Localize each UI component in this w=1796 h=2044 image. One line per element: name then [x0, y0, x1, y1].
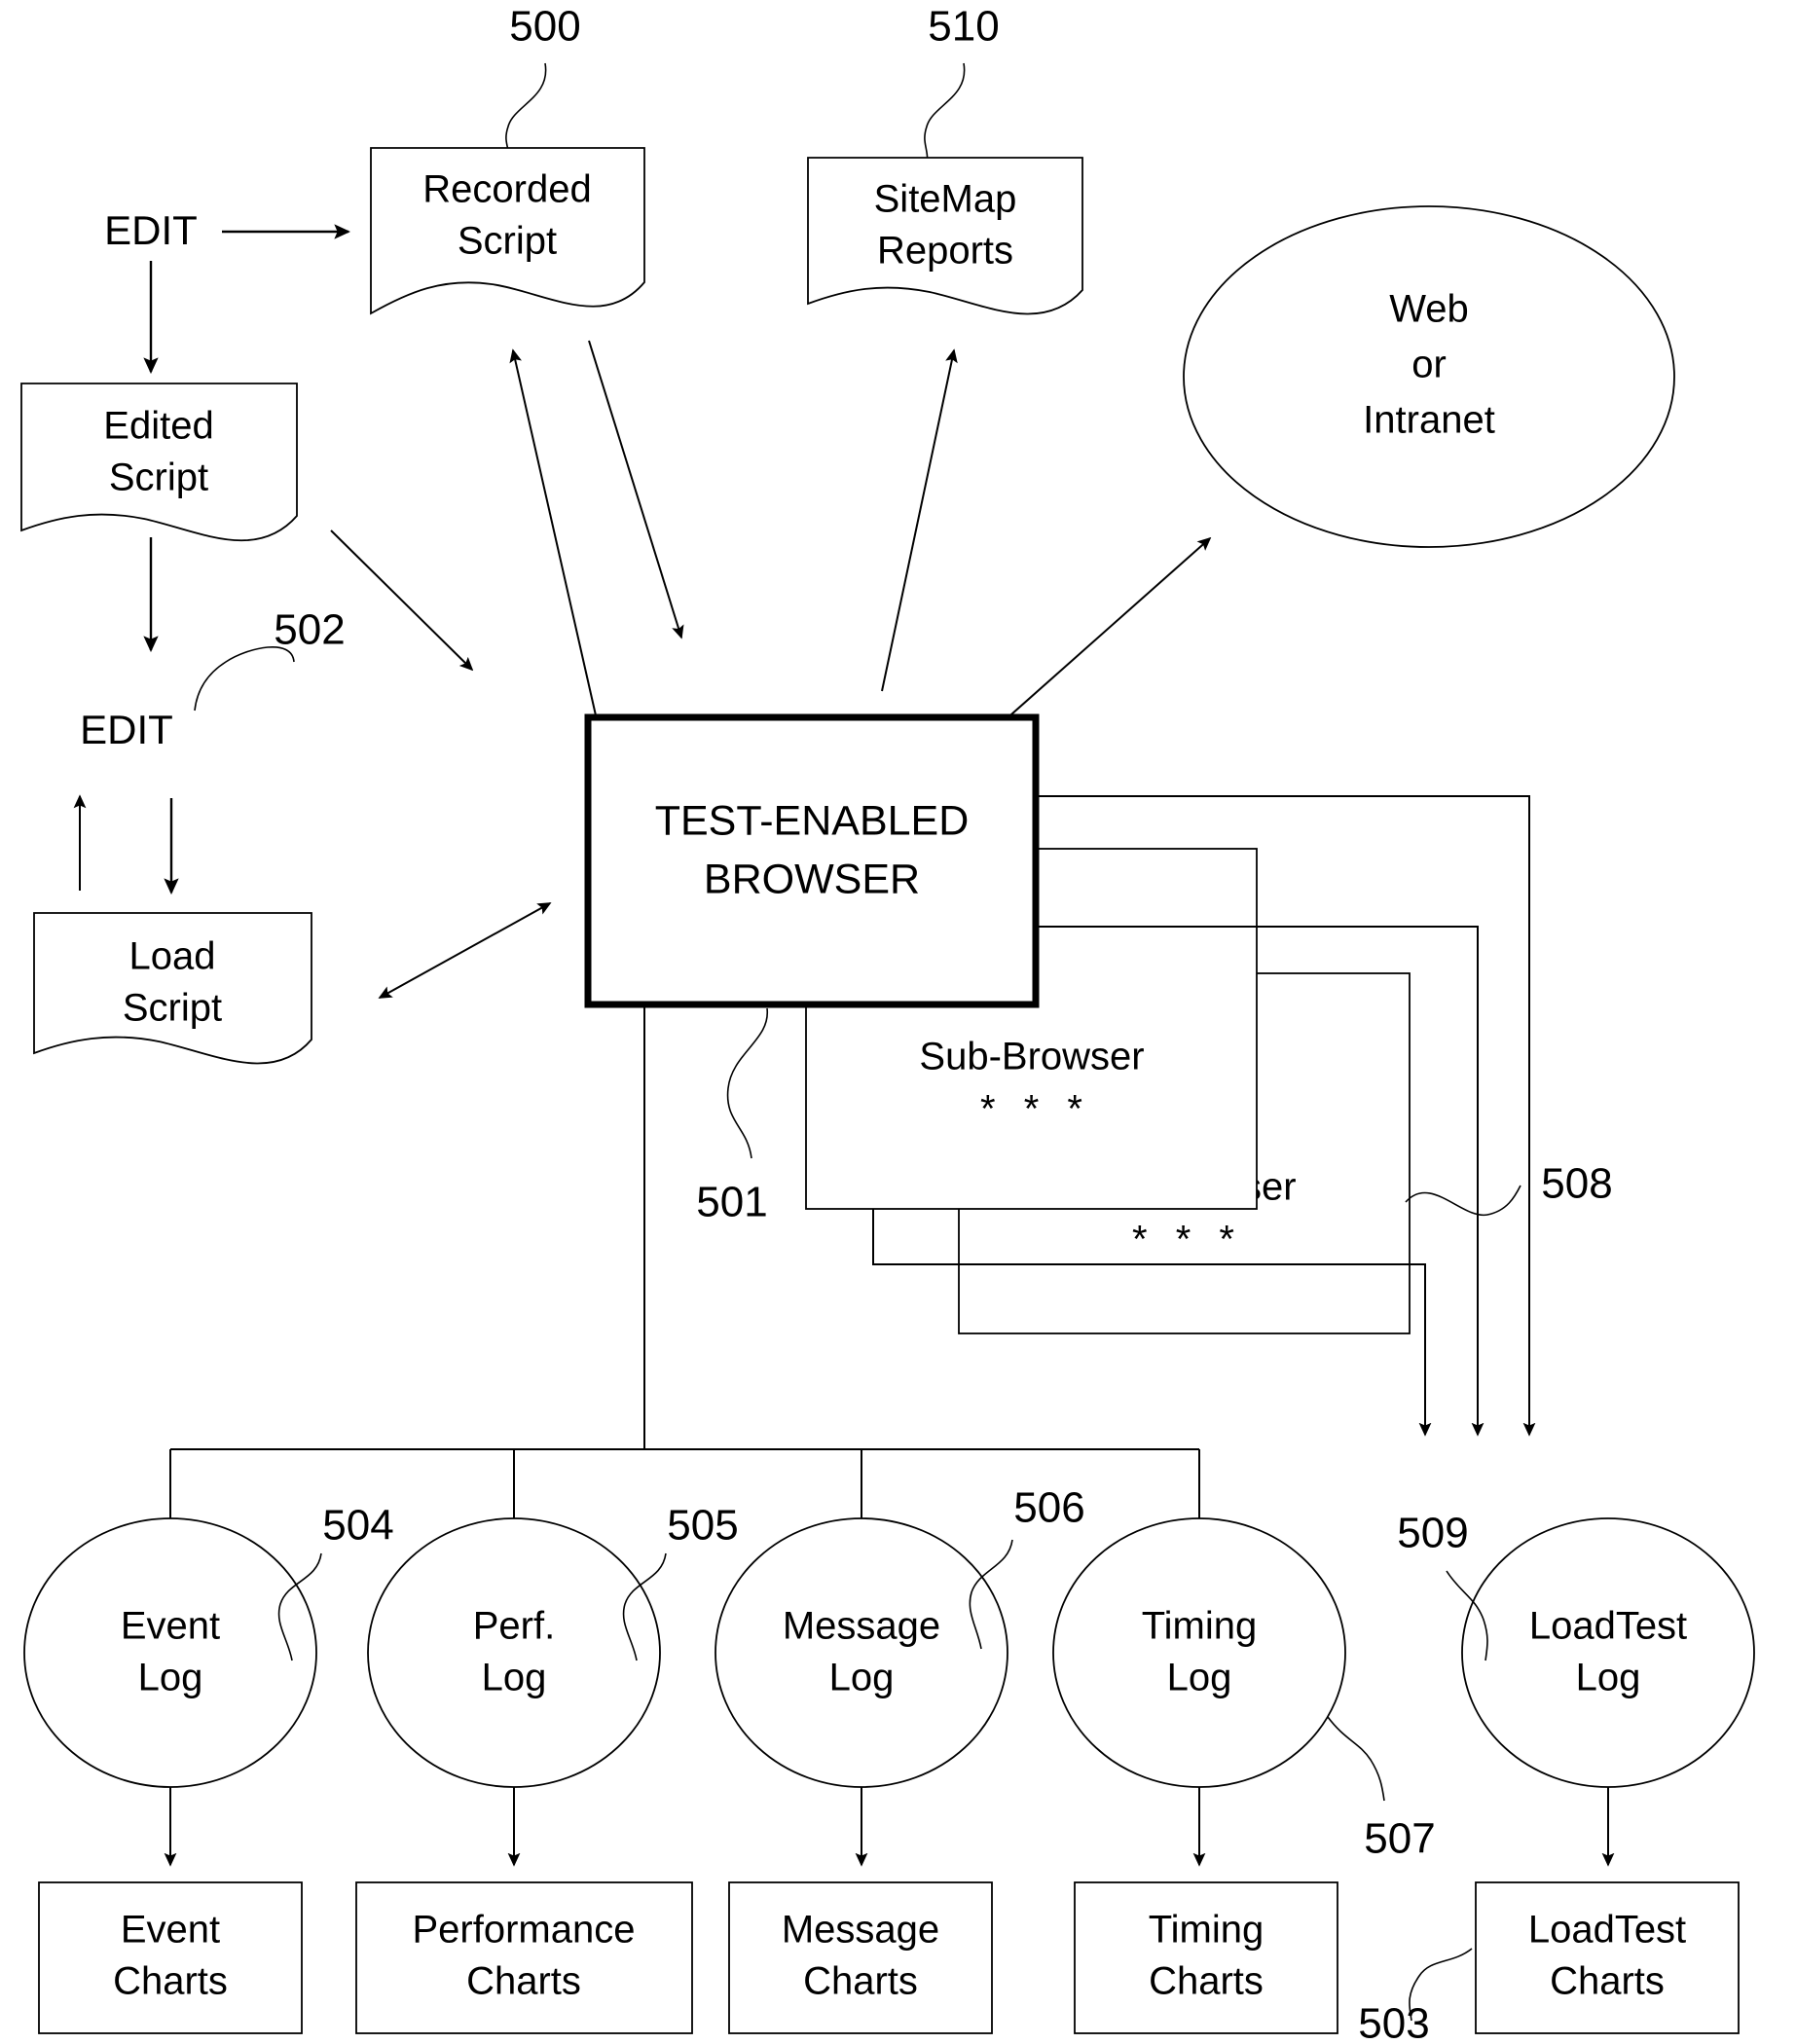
edited-script-label-line1: Edited — [103, 405, 213, 448]
ref-number-508: 508 — [1541, 1160, 1612, 1208]
node-loadtest-charts: LoadTest Charts — [1475, 1881, 1740, 2034]
message-log-label-line2: Log — [829, 1657, 895, 1699]
arrow-browser-to-web-bidirectional — [975, 536, 1212, 747]
node-performance-charts: Performance Charts — [355, 1881, 693, 2034]
timing-charts-label-line1: Timing — [1149, 1909, 1265, 1952]
edit-label-middle: EDIT — [80, 707, 173, 752]
ref-501-leader — [726, 1007, 768, 1159]
ref-number-501: 501 — [696, 1179, 767, 1226]
ref-number-504: 504 — [322, 1502, 393, 1550]
arrow-browser-to-recorded-script — [509, 348, 597, 716]
node-loadtest-log: LoadTest Log — [1461, 1517, 1755, 1788]
node-sitemap-reports: SiteMap Reports — [807, 157, 1083, 315]
node-web-or-intranet: Web or Intranet — [1183, 205, 1675, 548]
event-log-label-line2: Log — [138, 1657, 203, 1699]
test-enabled-browser-label-line2: BROWSER — [704, 856, 920, 902]
ref-number-505: 505 — [667, 1502, 738, 1550]
timing-charts-label-line2: Charts — [1149, 1960, 1264, 2003]
loadtest-log-label-line1: LoadTest — [1529, 1605, 1687, 1648]
node-recorded-script: Recorded Script — [370, 147, 645, 315]
ref-number-507: 507 — [1364, 1815, 1435, 1863]
sitemap-reports-label-line2: Reports — [877, 230, 1013, 273]
sitemap-reports-label-line1: SiteMap — [874, 178, 1017, 221]
ref-number-509: 509 — [1397, 1510, 1468, 1557]
node-perf-log: Perf. Log — [367, 1517, 661, 1788]
test-enabled-browser-label-line1: TEST-ENABLED — [655, 797, 970, 844]
ref-510-leader — [924, 62, 966, 168]
performance-charts-label-line1: Performance — [413, 1909, 636, 1952]
node-message-charts: Message Charts — [728, 1881, 993, 2034]
ref-number-502: 502 — [274, 606, 345, 654]
event-log-label-line1: Event — [121, 1605, 220, 1648]
edited-script-label-line2: Script — [109, 456, 208, 499]
perf-log-label-line1: Perf. — [473, 1605, 555, 1648]
edit-label-top: EDIT — [104, 207, 198, 253]
ref-508-leader — [1405, 1185, 1521, 1217]
recorded-script-label-line2: Script — [458, 220, 557, 263]
perf-log-label-line2: Log — [482, 1657, 547, 1699]
sub-browser-1-label: Sub-Browser — [919, 1036, 1144, 1078]
arrow-edited-script-to-browser — [330, 529, 474, 672]
sub-browser-2-stars: * * * — [1132, 1219, 1243, 1261]
node-message-log: Message Log — [715, 1517, 1008, 1788]
ref-number-503: 503 — [1358, 2000, 1429, 2044]
node-edited-script: Edited Script — [20, 383, 298, 542]
load-script-label-line2: Script — [123, 987, 222, 1030]
node-timing-log: Timing Log — [1052, 1517, 1346, 1788]
recorded-script-label-line1: Recorded — [422, 168, 591, 211]
ref-number-506: 506 — [1013, 1484, 1084, 1532]
message-charts-label-line2: Charts — [803, 1960, 918, 2003]
loadtest-log-label-line2: Log — [1576, 1657, 1641, 1699]
event-charts-label-line2: Charts — [113, 1960, 228, 2003]
arrow-recorded-script-to-browser — [588, 340, 684, 639]
web-or-intranet-label-line1: Web — [1389, 288, 1469, 331]
web-or-intranet-label-line2: or — [1411, 344, 1447, 386]
arrow-load-script-to-browser-bidirectional — [378, 902, 552, 999]
ref-502-leader — [194, 646, 295, 712]
event-charts-label-line1: Event — [121, 1909, 220, 1952]
patent-figure: 500 Recorded Script 510 SiteMap Reports … — [0, 0, 1796, 2044]
ref-number-500: 500 — [509, 3, 580, 51]
node-event-charts: Event Charts — [38, 1881, 303, 2034]
node-event-log: Event Log — [23, 1517, 317, 1788]
message-log-label-line1: Message — [783, 1605, 940, 1648]
web-or-intranet-label-line3: Intranet — [1363, 399, 1495, 442]
message-charts-label-line1: Message — [782, 1909, 939, 1952]
load-script-label-line1: Load — [129, 935, 216, 978]
performance-charts-label-line2: Charts — [466, 1960, 581, 2003]
arrow-browser-to-sitemap-reports — [881, 348, 958, 692]
loadtest-charts-label-line1: LoadTest — [1528, 1909, 1686, 1952]
timing-log-label-line1: Timing — [1142, 1605, 1258, 1648]
sub-browser-1-stars: * * * — [980, 1088, 1091, 1131]
ref-507-leader — [1327, 1716, 1385, 1802]
ref-number-510: 510 — [928, 3, 999, 51]
node-test-enabled-browser: TEST-ENABLED BROWSER — [584, 713, 1040, 1008]
node-timing-charts: Timing Charts — [1074, 1881, 1338, 2034]
timing-log-label-line2: Log — [1167, 1657, 1232, 1699]
diagram-canvas: 500 Recorded Script 510 SiteMap Reports … — [20, 3, 1755, 2044]
node-load-script: Load Script — [33, 912, 312, 1065]
loadtest-charts-label-line2: Charts — [1550, 1960, 1665, 2003]
